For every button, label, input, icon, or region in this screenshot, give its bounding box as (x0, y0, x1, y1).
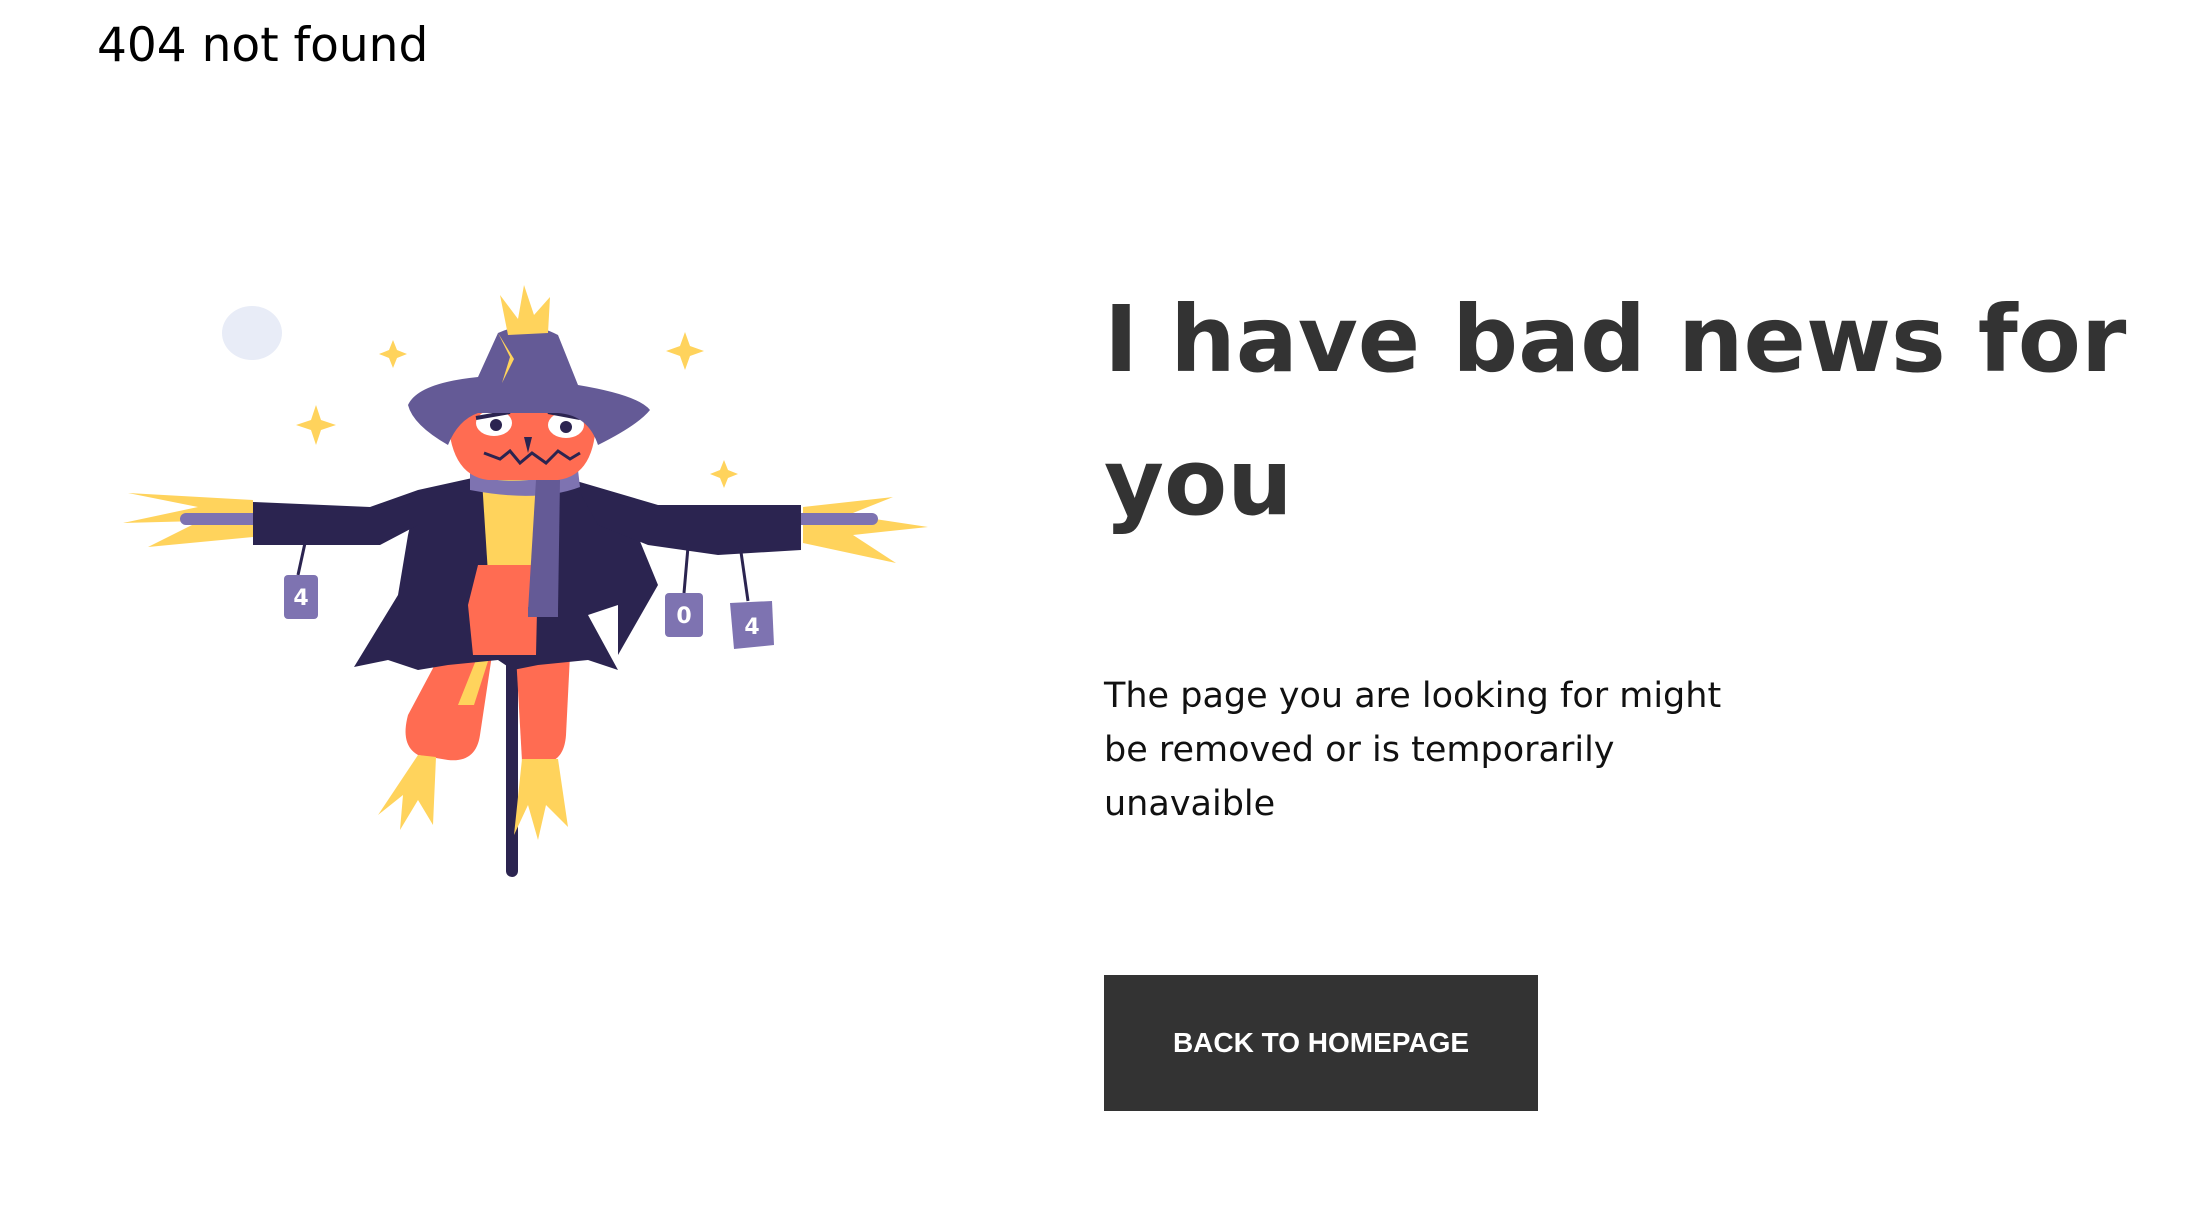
hanging-can-icon: 0 (665, 546, 703, 637)
page-headline: I have bad news for you (1104, 286, 2127, 536)
hanging-can-icon: 4 (284, 542, 318, 619)
error-content: I have bad news for you The page you are… (1104, 268, 2154, 1111)
scarecrow-illustration: 4 0 4 (118, 275, 938, 895)
moon-icon (222, 306, 282, 360)
back-to-homepage-button[interactable]: BACK TO HOMEPAGE (1104, 975, 1538, 1111)
error-message: The page you are looking for might be re… (1104, 676, 1722, 824)
can-label: 4 (744, 615, 759, 640)
can-label: 0 (676, 604, 691, 629)
hanging-can-icon: 4 (730, 544, 774, 649)
site-title: 404 not found (97, 18, 429, 73)
can-label: 4 (293, 586, 308, 611)
